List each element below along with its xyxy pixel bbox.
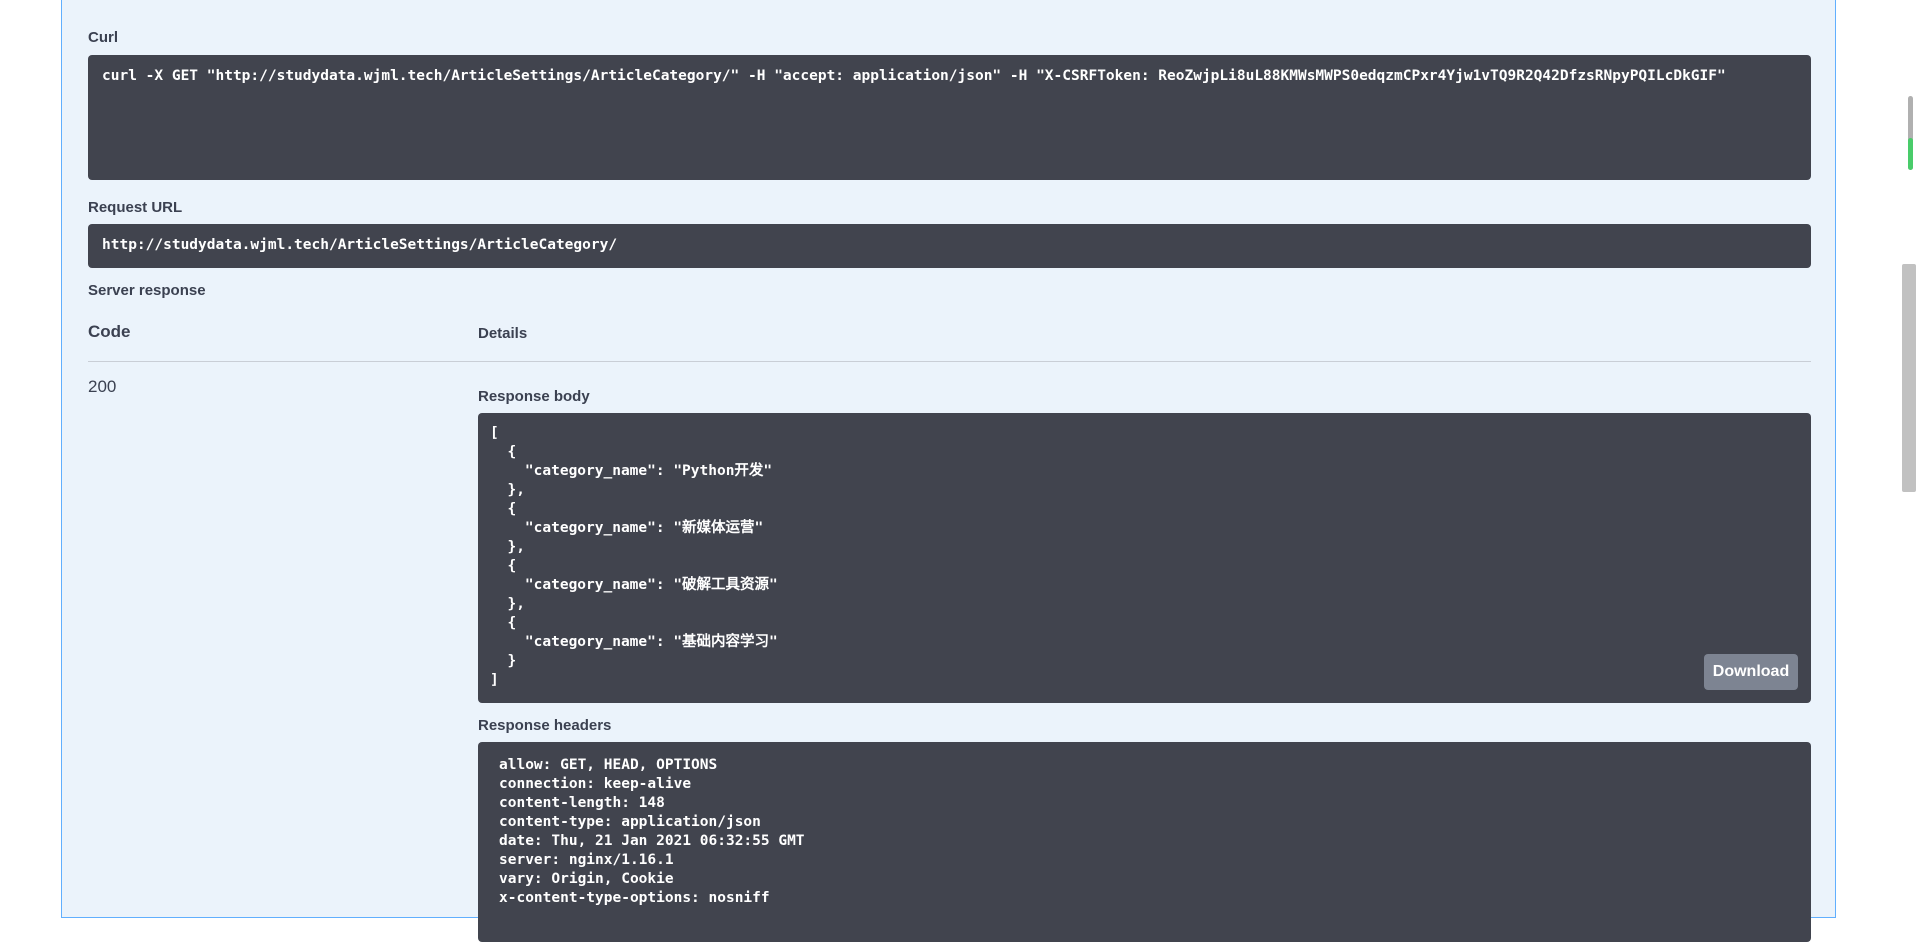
response-body-label: Response body bbox=[478, 388, 590, 405]
response-headers-text: allow: GET, HEAD, OPTIONS connection: ke… bbox=[499, 757, 805, 906]
request-url-box[interactable]: http://studydata.wjml.tech/ArticleSettin… bbox=[88, 224, 1811, 268]
request-url-label: Request URL bbox=[88, 199, 183, 216]
server-response-label: Server response bbox=[88, 282, 206, 299]
page-scrollbar-thumb[interactable] bbox=[1902, 264, 1916, 492]
table-divider bbox=[88, 361, 1811, 362]
minimap-scroll-highlight bbox=[1908, 138, 1913, 170]
details-column-header: Details bbox=[478, 325, 528, 342]
response-headers-label: Response headers bbox=[478, 717, 612, 734]
curl-label: Curl bbox=[88, 29, 118, 46]
code-column-header: Code bbox=[88, 322, 131, 341]
response-body-box[interactable]: [ { "category_name": "Python开发" }, { "ca… bbox=[478, 413, 1811, 703]
curl-command-box[interactable]: curl -X GET "http://studydata.wjml.tech/… bbox=[88, 55, 1811, 180]
response-body-text: [ { "category_name": "Python开发" }, { "ca… bbox=[490, 425, 778, 688]
download-button[interactable]: Download bbox=[1704, 654, 1798, 690]
response-headers-box[interactable]: allow: GET, HEAD, OPTIONS connection: ke… bbox=[478, 742, 1811, 942]
response-code: 200 bbox=[88, 377, 117, 396]
